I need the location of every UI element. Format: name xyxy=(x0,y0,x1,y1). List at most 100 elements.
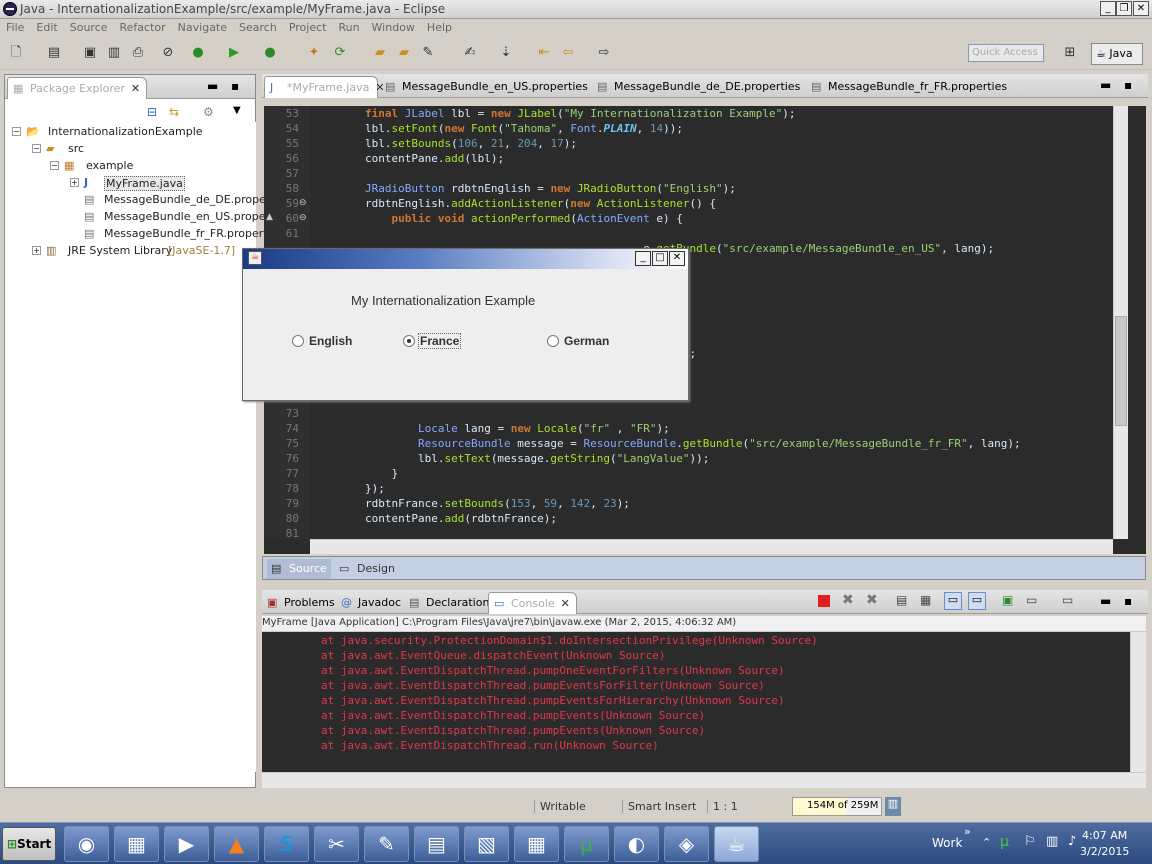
fold-icon[interactable]: ⊖ xyxy=(299,213,307,223)
maximize-button[interactable]: ❐ xyxy=(1116,1,1132,16)
tab-de-properties[interactable]: ▤ MessageBundle_de_DE.properties xyxy=(592,76,806,98)
radio-english[interactable] xyxy=(292,335,304,347)
dialog-maximize-button[interactable]: □ xyxy=(652,251,668,266)
toolbar-expand-icon[interactable]: » xyxy=(964,825,971,838)
forward-icon[interactable]: ⇨ xyxy=(596,45,612,61)
action-center-icon[interactable]: ⚐ xyxy=(1024,834,1036,849)
minimize-view-icon[interactable]: ▬ xyxy=(207,79,218,93)
menu-source[interactable]: Source xyxy=(64,19,114,34)
radio-english-label[interactable]: English xyxy=(309,334,352,348)
open-type-icon[interactable]: ▰ xyxy=(372,45,388,61)
java-app-icon[interactable]: ☕ xyxy=(714,826,759,862)
maximize-editor-icon[interactable]: ▪ xyxy=(1124,78,1132,92)
search-icon[interactable]: ✎ xyxy=(420,45,436,61)
minimize-view-icon[interactable]: ▬ xyxy=(1100,594,1111,608)
next-annotation-icon[interactable]: ⇣ xyxy=(498,45,514,61)
show-on-stdout-icon[interactable]: ▭ xyxy=(944,592,962,610)
tab-design[interactable]: ▭ Design xyxy=(335,559,395,579)
remove-all-launches-icon[interactable]: ✖ xyxy=(866,592,878,608)
tab-problems[interactable]: ▣ Problems xyxy=(262,592,341,614)
paint-icon[interactable]: ✎ xyxy=(364,826,409,862)
expand-toggle-icon[interactable]: − xyxy=(12,127,21,136)
open-perspective-icon[interactable]: ⊞ xyxy=(1062,45,1078,61)
open-console-icon[interactable]: ▭ xyxy=(1062,593,1073,607)
collapse-all-icon[interactable]: ⊟ xyxy=(147,105,161,119)
tab-fr-properties[interactable]: ▤ MessageBundle_fr_FR.properties xyxy=(806,76,1013,98)
menu-window[interactable]: Window xyxy=(366,19,421,34)
save-icon[interactable]: ▣ xyxy=(82,45,98,61)
debug-icon[interactable]: ● xyxy=(190,45,206,61)
utorrent-tray-icon[interactable]: µ xyxy=(1000,834,1009,850)
skype-icon[interactable]: S xyxy=(264,826,309,862)
expand-toggle-icon[interactable]: − xyxy=(32,144,41,153)
external-tools-icon[interactable]: ● xyxy=(262,45,278,61)
minimize-editor-icon[interactable]: ▬ xyxy=(1100,78,1111,92)
virtualbox-icon[interactable]: ◈ xyxy=(664,826,709,862)
last-edit-icon[interactable]: ⇤ xyxy=(536,45,552,61)
dialog-close-button[interactable]: ✕ xyxy=(669,251,685,266)
new-java-project-icon[interactable]: ✦ xyxy=(306,45,322,61)
tab-package-explorer[interactable]: ▦ Package Explorer ✕ xyxy=(7,77,148,99)
save-all-icon[interactable]: ▥ xyxy=(106,45,122,61)
calculator-icon[interactable]: ▦ xyxy=(514,826,559,862)
tab-declaration[interactable]: ▤ Declaration xyxy=(404,592,495,614)
snipping-tool-icon[interactable]: ✂ xyxy=(314,826,359,862)
radio-france[interactable] xyxy=(403,335,415,347)
clock-time[interactable]: 4:07 AM xyxy=(1082,829,1127,842)
eclipse-taskbar-icon[interactable]: ◐ xyxy=(614,826,659,862)
console-horizontal-scrollbar[interactable] xyxy=(262,772,1146,788)
scroll-thumb[interactable] xyxy=(1115,316,1127,426)
display-console-icon[interactable]: ▭ xyxy=(1026,593,1037,607)
menu-run[interactable]: Run xyxy=(332,19,365,34)
menu-search[interactable]: Search xyxy=(233,19,283,34)
view-menu-icon[interactable]: ▼ xyxy=(233,105,247,119)
volume-icon[interactable]: ♪ xyxy=(1068,834,1076,849)
radio-france-label[interactable]: France xyxy=(418,333,462,349)
remove-launch-icon[interactable]: ✖ xyxy=(842,592,854,608)
menu-edit[interactable]: Edit xyxy=(30,19,63,34)
print-icon[interactable]: ⎙ xyxy=(130,45,146,61)
menu-project[interactable]: Project xyxy=(283,19,333,34)
menu-help[interactable]: Help xyxy=(421,19,458,34)
java-perspective-button[interactable]: ☕ Java xyxy=(1091,43,1143,65)
expand-toggle-icon[interactable]: + xyxy=(32,246,41,255)
annotation-icon[interactable]: ✍ xyxy=(462,45,478,61)
tab-console[interactable]: ▭ Console ✕ xyxy=(488,592,577,614)
back-icon[interactable]: ⇦ xyxy=(560,45,576,61)
scroll-lock-icon[interactable]: ▦ xyxy=(920,593,931,607)
close-tab-icon[interactable]: ✕ xyxy=(561,597,570,610)
editor-horizontal-scrollbar[interactable] xyxy=(310,539,1113,554)
new-class-icon[interactable]: ⟳ xyxy=(332,45,348,61)
fold-icon[interactable]: ⊖ xyxy=(299,198,307,208)
media-player-icon[interactable]: ▶ xyxy=(164,826,209,862)
clock-date[interactable]: 3/2/2015 xyxy=(1080,845,1129,858)
run-icon[interactable]: ▶ xyxy=(226,45,242,61)
console-vertical-scrollbar[interactable] xyxy=(1130,632,1146,772)
expand-toggle-icon[interactable]: + xyxy=(70,178,79,187)
terminate-icon[interactable] xyxy=(818,595,830,607)
maximize-view-icon[interactable]: ▪ xyxy=(231,79,239,93)
chrome-icon[interactable]: ◉ xyxy=(64,826,109,862)
link-with-editor-icon[interactable]: ⇆ xyxy=(169,105,183,119)
network-icon[interactable]: ▥ xyxy=(1046,834,1058,849)
new-icon[interactable]: 🗋 xyxy=(8,45,24,61)
skip-breakpoints-icon[interactable]: ⊘ xyxy=(160,45,176,61)
minimize-button[interactable]: _ xyxy=(1100,1,1116,16)
garbage-collect-icon[interactable]: ▥ xyxy=(885,797,901,816)
quick-access-input[interactable]: Quick Access xyxy=(968,44,1044,62)
file-explorer-icon[interactable]: ▦ xyxy=(114,826,159,862)
maximize-view-icon[interactable]: ▪ xyxy=(1124,594,1132,608)
radio-german[interactable] xyxy=(547,335,559,347)
close-button[interactable]: ✕ xyxy=(1133,1,1149,16)
tray-expand-icon[interactable]: ⌃ xyxy=(982,836,991,849)
show-on-stderr-icon[interactable]: ▭ xyxy=(968,592,986,610)
expand-toggle-icon[interactable]: − xyxy=(50,161,59,170)
editor-vertical-scrollbar[interactable] xyxy=(1113,106,1128,539)
tab-source[interactable]: ▤ Source xyxy=(267,559,331,579)
dialog-minimize-button[interactable]: _ xyxy=(635,251,651,266)
utorrent-icon[interactable]: µ xyxy=(564,826,609,862)
radio-german-label[interactable]: German xyxy=(564,334,609,348)
start-button[interactable]: ⊞Start xyxy=(2,827,56,861)
pin-console-icon[interactable]: ▣ xyxy=(1002,593,1013,607)
tab-en-properties[interactable]: ▤ MessageBundle_en_US.properties xyxy=(380,76,594,98)
